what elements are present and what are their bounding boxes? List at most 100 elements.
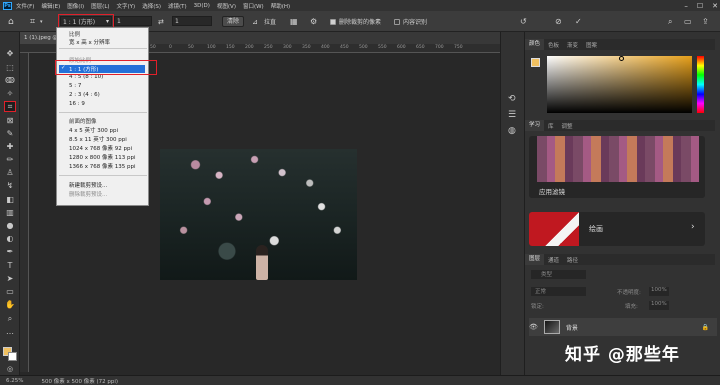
- gradient-icon[interactable]: ▥: [4, 207, 16, 218]
- gear-icon[interactable]: ⚙: [310, 16, 317, 27]
- maximize-icon[interactable]: ☐: [697, 2, 703, 10]
- brush-icon[interactable]: ✏: [4, 154, 16, 165]
- menu-filter[interactable]: 滤镜(T): [168, 2, 187, 10]
- option-5-7[interactable]: 5 : 7: [69, 83, 81, 89]
- close-icon[interactable]: ✕: [712, 2, 718, 10]
- menu-layer[interactable]: 图层(L): [91, 2, 109, 10]
- swap-icon[interactable]: ⇄: [158, 16, 164, 27]
- vertical-ruler: [20, 53, 29, 372]
- eye-visibility-icon[interactable]: 👁: [529, 323, 538, 331]
- opacity-input[interactable]: 100%: [649, 287, 669, 296]
- pen-icon[interactable]: ✒: [4, 246, 16, 257]
- option-size-8-5x11[interactable]: 8.5 x 11 英寸 300 ppi: [69, 135, 127, 143]
- stamp-icon[interactable]: ♙: [4, 167, 16, 178]
- background-color-swatch[interactable]: [8, 352, 17, 361]
- zoom-icon[interactable]: ⌕: [4, 313, 16, 324]
- tab-paths[interactable]: 路径: [563, 256, 582, 264]
- workspace-icon[interactable]: ▭: [684, 16, 692, 27]
- rectangle-icon[interactable]: ▭: [4, 286, 16, 297]
- properties-panel-icon[interactable]: ☰: [508, 110, 516, 120]
- tab-gradients[interactable]: 渐变: [563, 41, 582, 49]
- hue-slider[interactable]: [697, 56, 704, 113]
- blur-icon[interactable]: ●: [4, 220, 16, 231]
- menu-help[interactable]: 帮助(H): [271, 2, 290, 10]
- option-size-1280x800[interactable]: 1280 x 800 像素 113 ppi: [69, 153, 136, 161]
- panel-foreground-swatch[interactable]: [531, 58, 540, 67]
- straighten-label[interactable]: 拉直: [264, 16, 276, 27]
- share-icon[interactable]: ⇪: [702, 16, 709, 27]
- zoom-level[interactable]: 6.25%: [6, 378, 23, 384]
- tab-channels[interactable]: 通道: [544, 256, 563, 264]
- dodge-icon[interactable]: ◐: [4, 233, 16, 244]
- move-tool-icon[interactable]: ✥: [4, 48, 16, 59]
- menu-3d[interactable]: 3D(D): [194, 3, 210, 9]
- layer-filter-kind[interactable]: 类型: [531, 270, 586, 279]
- history-brush-icon[interactable]: ↯: [4, 180, 16, 191]
- option-2-3[interactable]: 2 : 3 (4 : 6): [69, 92, 100, 98]
- blend-mode-select[interactable]: 正常: [531, 287, 586, 296]
- menu-image[interactable]: 图像(I): [67, 2, 84, 10]
- tab-learn[interactable]: 学习: [525, 120, 545, 131]
- healing-brush-icon[interactable]: ✚: [4, 141, 16, 152]
- document-image[interactable]: [160, 149, 357, 280]
- height-input[interactable]: 1: [172, 16, 212, 26]
- option-size-1024x768[interactable]: 1024 x 768 像素 92 ppi: [69, 144, 132, 152]
- home-icon[interactable]: ⌂: [8, 16, 14, 27]
- color-picker-field[interactable]: [547, 56, 692, 113]
- overlay-grid-icon[interactable]: ▦: [290, 16, 298, 27]
- lasso-tool-icon[interactable]: ↂ: [4, 75, 16, 86]
- frame-tool-icon[interactable]: ⊠: [4, 115, 16, 126]
- new-crop-preset[interactable]: 新建裁剪预设...: [69, 181, 107, 189]
- tab-patterns[interactable]: 图案: [582, 41, 601, 49]
- history-panel-icon[interactable]: ⟲: [508, 94, 516, 104]
- crop-tool-preset-icon[interactable]: ⌗: [30, 16, 35, 27]
- menu-view[interactable]: 视图(V): [217, 2, 236, 10]
- chevron-right-icon[interactable]: ›: [691, 222, 695, 232]
- eraser-icon[interactable]: ◧: [4, 194, 16, 205]
- eyedropper-icon[interactable]: ✎: [4, 128, 16, 139]
- hand-icon[interactable]: ✋: [4, 299, 16, 310]
- search-icon[interactable]: ⌕: [668, 16, 672, 27]
- cancel-icon[interactable]: ⊘: [555, 16, 562, 27]
- status-bar: 6.25% 500 像素 x 500 像素 (72 ppi): [0, 375, 720, 385]
- content-aware-checkbox[interactable]: 内容识别: [394, 16, 427, 27]
- menu-select[interactable]: 选择(S): [142, 2, 161, 10]
- clear-button[interactable]: 清除: [222, 16, 245, 27]
- tab-layers[interactable]: 图层: [525, 254, 545, 265]
- menu-file[interactable]: 文件(F): [16, 2, 34, 10]
- option-16-9[interactable]: 16 : 9: [69, 101, 85, 107]
- tab-swatches[interactable]: 色板: [544, 41, 563, 49]
- minimize-icon[interactable]: –: [684, 2, 688, 10]
- ruler-tick: 600: [397, 45, 406, 50]
- option-width-height-resolution[interactable]: 宽 x 高 x 分辨率: [69, 38, 110, 46]
- tab-libraries[interactable]: 库: [544, 122, 558, 130]
- layer-row-background[interactable]: 👁 背景 🔒: [529, 318, 717, 336]
- option-size-4x5[interactable]: 4 x 5 英寸 300 ppi: [69, 126, 118, 134]
- fill-input[interactable]: 100%: [649, 301, 669, 310]
- magic-wand-icon[interactable]: ✧: [4, 88, 16, 99]
- width-input[interactable]: 1: [114, 16, 152, 26]
- crop-tool-icon[interactable]: ⌗: [4, 101, 16, 112]
- delete-cropped-checkbox[interactable]: 删除裁剪的像素: [330, 16, 381, 27]
- type-icon[interactable]: T: [4, 260, 16, 271]
- menu-divider: [59, 48, 147, 49]
- quick-mask-icon[interactable]: ◎: [4, 363, 16, 374]
- path-select-icon[interactable]: ➤: [4, 273, 16, 284]
- option-size-1366x768[interactable]: 1366 x 768 像素 135 ppi: [69, 162, 136, 170]
- commit-check-icon[interactable]: ✓: [575, 16, 582, 27]
- tab-color[interactable]: 颜色: [525, 39, 545, 50]
- menu-type[interactable]: 文字(Y): [117, 2, 136, 10]
- learn-card-painting[interactable]: 绘画 ›: [529, 212, 705, 246]
- menu-edit[interactable]: 编辑(E): [41, 2, 60, 10]
- tab-adjustments[interactable]: 调整: [558, 122, 577, 130]
- straighten-icon[interactable]: ⊿: [252, 16, 258, 27]
- brush-panel-icon[interactable]: ◍: [508, 126, 516, 136]
- section-front-image[interactable]: 前面的图像: [69, 117, 97, 125]
- chevron-down-icon[interactable]: ▾: [40, 16, 43, 27]
- reset-icon[interactable]: ↺: [520, 16, 527, 27]
- menu-divider: [59, 112, 147, 113]
- more-tools-icon[interactable]: …: [4, 326, 16, 337]
- marquee-tool-icon[interactable]: ⬚: [4, 62, 16, 73]
- learn-card-apply-filter[interactable]: 应用滤镜: [529, 136, 705, 198]
- menu-window[interactable]: 窗口(W): [243, 2, 264, 10]
